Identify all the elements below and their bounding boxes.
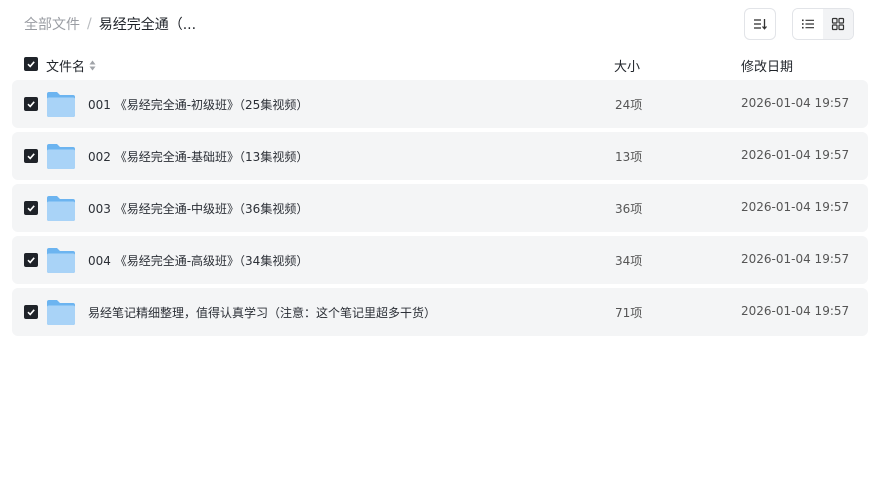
file-size: 13项 [615, 150, 643, 164]
file-modified: 2026-01-04 19:57 [741, 252, 850, 266]
file-size: 36项 [615, 202, 643, 216]
select-all-checkbox[interactable] [24, 57, 38, 71]
column-header-size[interactable]: 大小 [614, 56, 640, 75]
file-name[interactable]: 001 《易经完全通-初级班》（25集视频） [88, 96, 308, 113]
breadcrumb-root-link[interactable]: 全部文件 [24, 14, 80, 34]
file-size: 24项 [615, 98, 643, 112]
file-modified: 2026-01-04 19:57 [741, 200, 850, 214]
table-row[interactable]: 001 《易经完全通-初级班》（25集视频） 24项 2026-01-04 19… [12, 80, 868, 128]
sort-arrows-icon [89, 60, 96, 71]
file-name[interactable]: 003 《易经完全通-中级班》（36集视频） [88, 200, 308, 217]
file-modified: 2026-01-04 19:57 [741, 304, 850, 318]
file-size: 71项 [615, 306, 643, 320]
check-icon [27, 153, 35, 160]
grid-view-button[interactable] [823, 9, 853, 39]
check-icon [27, 309, 35, 316]
table-row[interactable]: 002 《易经完全通-基础班》（13集视频） 13项 2026-01-04 19… [12, 132, 868, 180]
file-size: 34项 [615, 254, 643, 268]
row-checkbox[interactable] [24, 97, 38, 111]
folder-icon [47, 300, 75, 325]
row-checkbox[interactable] [24, 149, 38, 163]
breadcrumb-separator: / [87, 16, 92, 32]
row-checkbox[interactable] [24, 253, 38, 267]
sort-button[interactable] [744, 8, 776, 40]
view-toggle-group [792, 8, 854, 40]
column-header-name-label: 文件名 [46, 60, 86, 75]
file-modified: 2026-01-04 19:57 [741, 96, 850, 110]
grid-view-icon [831, 17, 845, 31]
list-view-icon [802, 19, 814, 29]
folder-icon [47, 92, 75, 117]
table-row[interactable]: 004 《易经完全通-高级班》（34集视频） 34项 2026-01-04 19… [12, 236, 868, 284]
folder-icon [47, 196, 75, 221]
top-bar: 全部文件 / 易经完全通（... [0, 0, 878, 48]
file-modified: 2026-01-04 19:57 [741, 148, 850, 162]
table-row[interactable]: 易经笔记精细整理，值得认真学习（注意：这个笔记里超多干货） 71项 2026-0… [12, 288, 868, 336]
check-icon [27, 61, 35, 68]
breadcrumb: 全部文件 / 易经完全通（... [24, 14, 196, 34]
check-icon [27, 257, 35, 264]
column-header-name[interactable]: 文件名 [46, 56, 96, 75]
table-row[interactable]: 003 《易经完全通-中级班》（36集视频） 36项 2026-01-04 19… [12, 184, 868, 232]
check-icon [27, 101, 35, 108]
folder-icon [47, 144, 75, 169]
row-checkbox[interactable] [24, 305, 38, 319]
list-view-button[interactable] [793, 9, 823, 39]
table-header: 文件名 大小 修改日期 [12, 50, 868, 78]
row-checkbox[interactable] [24, 201, 38, 215]
file-name[interactable]: 002 《易经完全通-基础班》（13集视频） [88, 148, 308, 165]
check-icon [27, 205, 35, 212]
breadcrumb-current: 易经完全通（... [98, 17, 197, 33]
file-name[interactable]: 易经笔记精细整理，值得认真学习（注意：这个笔记里超多干货） [88, 304, 436, 321]
file-name[interactable]: 004 《易经完全通-高级班》（34集视频） [88, 252, 308, 269]
file-list: 001 《易经完全通-初级班》（25集视频） 24项 2026-01-04 19… [12, 80, 868, 340]
folder-icon [47, 248, 75, 273]
sort-lines-icon [754, 19, 767, 30]
column-header-modified[interactable]: 修改日期 [741, 56, 793, 75]
